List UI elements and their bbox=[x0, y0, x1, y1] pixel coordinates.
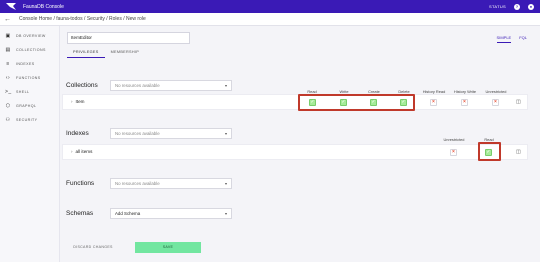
sidebar-item-security[interactable]: ⚇ SECURITY bbox=[5, 116, 37, 124]
sidebar-item-label: SECURITY bbox=[16, 118, 38, 122]
chevron-right-icon: › bbox=[71, 149, 73, 154]
table-row[interactable]: › all items bbox=[62, 144, 528, 160]
chevron-right-icon: › bbox=[71, 99, 73, 104]
security-icon: ⚇ bbox=[5, 117, 11, 123]
collections-select-value: No resources available bbox=[115, 83, 160, 88]
arrow-left-icon[interactable]: ← bbox=[4, 16, 13, 23]
collections-title: Collections bbox=[66, 82, 98, 89]
sidebar-item-indexes[interactable]: ≡ INDEXES bbox=[5, 60, 35, 68]
sidebar-item-collections[interactable]: ▤ COLLECTIONS bbox=[5, 46, 46, 54]
sidebar: ▣ DB OVERVIEW ▤ COLLECTIONS ≡ INDEXES ‹›… bbox=[0, 26, 60, 262]
app-brand: FaunaDB Console bbox=[23, 3, 64, 10]
sidebar-item-shell[interactable]: >_ SHELL bbox=[5, 88, 29, 96]
collection-name: Item bbox=[75, 99, 85, 104]
col-head-unrestricted: Unrestricted bbox=[443, 137, 465, 142]
functions-icon: ‹› bbox=[5, 75, 11, 81]
status-link[interactable]: STATUS bbox=[489, 4, 506, 9]
mode-tabs: SIMPLE FQL bbox=[496, 35, 527, 43]
tab-simple[interactable]: SIMPLE bbox=[496, 35, 512, 43]
help-icon[interactable]: ? bbox=[514, 3, 520, 10]
role-tabs: PRIVILEGES MEMBERSHIP bbox=[67, 50, 145, 58]
tab-fql[interactable]: FQL bbox=[519, 35, 527, 43]
shell-icon: >_ bbox=[5, 89, 12, 95]
checkbox-unrestricted[interactable]: × bbox=[450, 149, 457, 156]
schemas-title: Schemas bbox=[66, 210, 94, 217]
breadcrumb[interactable]: Console Home / fauna-todos / Security / … bbox=[19, 16, 146, 22]
chevron-down-icon: ▾ bbox=[224, 131, 227, 136]
trash-icon[interactable]: ◫ bbox=[516, 99, 521, 105]
highlight-box bbox=[298, 94, 415, 111]
discard-changes-button[interactable]: DISCARD CHANGES bbox=[66, 242, 120, 253]
breadcrumb-bar: ← Console Home / fauna-todos / Security … bbox=[0, 13, 540, 26]
fauna-logo-icon bbox=[6, 3, 16, 10]
sidebar-item-label: DB OVERVIEW bbox=[16, 34, 46, 38]
collection-row-label[interactable]: › Item bbox=[71, 99, 84, 104]
sidebar-item-db-overview[interactable]: ▣ DB OVERVIEW bbox=[5, 32, 46, 40]
collections-icon: ▤ bbox=[5, 47, 11, 53]
highlight-box bbox=[478, 142, 501, 161]
chevron-down-icon: ▾ bbox=[224, 211, 227, 216]
indexes-select[interactable]: No resources available ▾ bbox=[110, 128, 232, 139]
graphql-icon: ⬡ bbox=[5, 103, 11, 109]
sidebar-item-label: INDEXES bbox=[16, 62, 35, 66]
index-row-label[interactable]: › all items bbox=[71, 149, 92, 154]
checkbox-history-read[interactable]: × bbox=[430, 99, 437, 106]
top-bar: FaunaDB Console STATUS ? ● bbox=[0, 0, 540, 13]
role-name-input[interactable]: ItemEditor bbox=[67, 32, 190, 44]
checkbox-unrestricted[interactable]: × bbox=[492, 99, 499, 106]
sidebar-item-label: GRAPHQL bbox=[16, 104, 37, 108]
sidebar-item-label: COLLECTIONS bbox=[16, 48, 46, 52]
sidebar-item-graphql[interactable]: ⬡ GRAPHQL bbox=[5, 102, 36, 110]
tab-privileges[interactable]: PRIVILEGES bbox=[67, 50, 105, 58]
indexes-select-value: No resources available bbox=[115, 131, 160, 136]
schemas-select[interactable]: Add Schema ▾ bbox=[110, 208, 232, 219]
db-overview-icon: ▣ bbox=[5, 33, 11, 39]
save-button[interactable]: SAVE bbox=[135, 242, 201, 253]
trash-icon[interactable]: ◫ bbox=[516, 149, 521, 155]
sidebar-item-label: SHELL bbox=[16, 90, 30, 94]
sidebar-item-functions[interactable]: ‹› FUNCTIONS bbox=[5, 74, 41, 82]
tab-membership[interactable]: MEMBERSHIP bbox=[105, 50, 146, 58]
index-name: all items bbox=[75, 149, 93, 154]
sidebar-item-label: FUNCTIONS bbox=[16, 76, 41, 80]
functions-select-value: No resources available bbox=[115, 181, 160, 186]
chevron-down-icon: ▾ bbox=[224, 181, 227, 186]
account-icon[interactable]: ● bbox=[528, 3, 534, 10]
chevron-down-icon: ▾ bbox=[224, 83, 227, 88]
table-row[interactable]: › Item bbox=[62, 94, 528, 110]
checkbox-history-write[interactable]: × bbox=[461, 99, 468, 106]
schemas-select-value: Add Schema bbox=[115, 211, 141, 216]
role-editor: ItemEditor SIMPLE FQL PRIVILEGES MEMBERS… bbox=[60, 26, 540, 262]
functions-title: Functions bbox=[66, 180, 95, 187]
collections-select[interactable]: No resources available ▾ bbox=[110, 80, 232, 91]
indexes-title: Indexes bbox=[66, 130, 89, 137]
functions-select[interactable]: No resources available ▾ bbox=[110, 178, 232, 189]
indexes-icon: ≡ bbox=[6, 61, 10, 67]
